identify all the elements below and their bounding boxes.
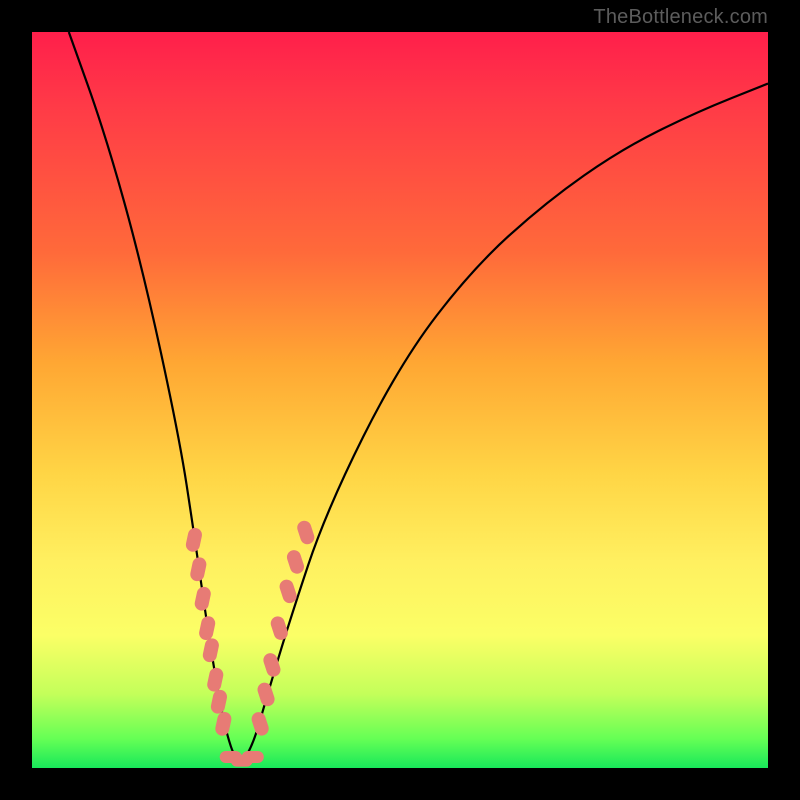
watermark-text: TheBottleneck.com — [593, 6, 768, 29]
plot-area — [32, 32, 768, 768]
bottleneck-curve — [69, 32, 768, 761]
marker-pill — [206, 666, 225, 692]
marker-pill — [202, 637, 221, 663]
marker-pill — [250, 710, 271, 737]
marker-pill — [214, 711, 233, 737]
marker-pill — [269, 615, 290, 642]
marker-pill — [198, 615, 217, 641]
marker-pill — [285, 548, 306, 575]
curve-markers — [185, 519, 317, 767]
marker-pill — [256, 681, 277, 708]
marker-pill — [242, 751, 264, 763]
marker-pill — [210, 689, 229, 715]
marker-pill — [193, 586, 212, 612]
marker-pill — [185, 527, 204, 553]
chart-svg — [32, 32, 768, 768]
marker-pill — [189, 556, 208, 582]
chart-frame: TheBottleneck.com — [0, 0, 800, 800]
marker-pill — [295, 519, 316, 546]
